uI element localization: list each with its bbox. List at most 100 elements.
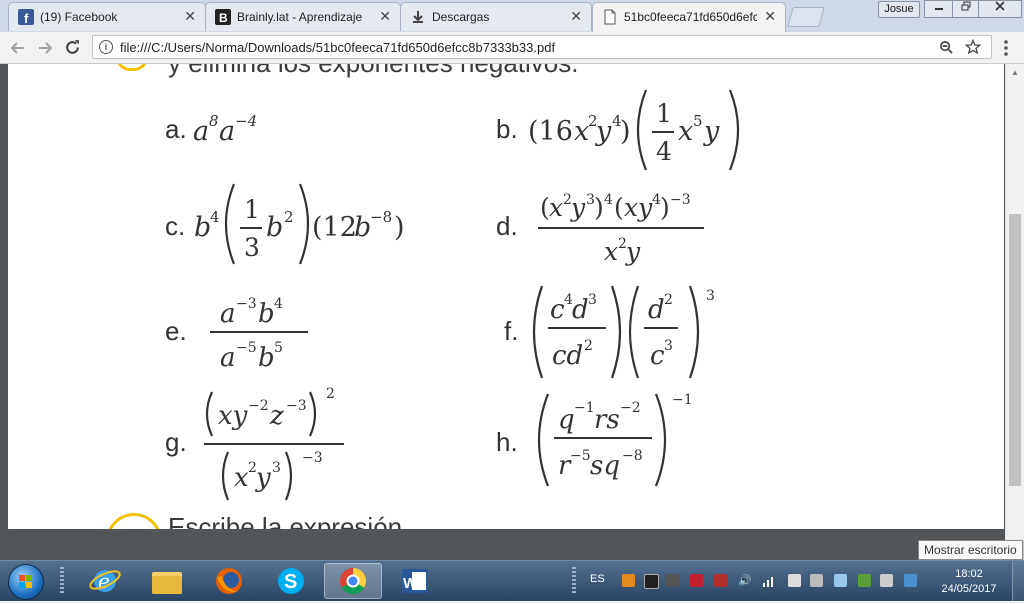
- tray-app-icon[interactable]: [788, 574, 801, 587]
- taskbar-word[interactable]: W: [388, 563, 442, 599]
- svg-text:−3: −3: [286, 398, 307, 414]
- svg-text:−3: −3: [302, 450, 323, 466]
- svg-text:b: b: [266, 212, 283, 243]
- page-heading-cut: y elimina los exponentes negativos.: [168, 64, 578, 79]
- tab-pdf[interactable]: 51bc0feeca71fd650d6efc ✕: [592, 2, 786, 32]
- tray-app-icon[interactable]: [880, 574, 893, 587]
- file-explorer-icon: [152, 572, 182, 594]
- svg-text:−1: −1: [574, 400, 595, 416]
- restore-button[interactable]: [952, 0, 980, 18]
- svg-text:b: b: [258, 299, 275, 329]
- taskbar-ie[interactable]: e: [78, 563, 132, 599]
- svg-text:xy: xy: [624, 193, 653, 222]
- svg-text:3: 3: [272, 460, 281, 476]
- signal-icon[interactable]: [762, 574, 775, 587]
- bookmark-star-icon[interactable]: [965, 39, 981, 55]
- svg-text:y: y: [625, 237, 641, 266]
- exercise-label-f: f.: [504, 316, 519, 346]
- close-tab-icon[interactable]: ✕: [570, 8, 582, 25]
- close-tab-icon[interactable]: ✕: [379, 8, 391, 25]
- tab-title: 51bc0feeca71fd650d6efc: [624, 10, 757, 24]
- profile-button[interactable]: Josue: [878, 1, 920, 18]
- pdf-viewport[interactable]: y elimina los exponentes negativos. a. a…: [0, 64, 1024, 560]
- svg-text:−3: −3: [670, 192, 691, 208]
- close-tab-icon[interactable]: ✕: [184, 8, 196, 25]
- new-tab-button[interactable]: [787, 7, 825, 27]
- math-expression-e: a −3 b4 a −5 b5: [210, 296, 308, 373]
- tray-app-icon[interactable]: [714, 574, 727, 587]
- svg-text:): ): [394, 212, 405, 243]
- svg-text:b: b: [354, 212, 371, 243]
- svg-text:4: 4: [274, 296, 283, 312]
- exercise-label-h: h.: [496, 427, 518, 457]
- scroll-up-icon[interactable]: ▲: [1011, 68, 1019, 77]
- menu-icon[interactable]: [1003, 39, 1009, 57]
- svg-text:5: 5: [693, 112, 703, 130]
- tray-app-icon[interactable]: [644, 574, 659, 589]
- svg-text:x: x: [678, 116, 693, 147]
- tray-app-icon[interactable]: [810, 574, 823, 587]
- address-bar[interactable]: i file:///C:/Users/Norma/Downloads/51bc0…: [92, 35, 992, 59]
- back-icon[interactable]: [10, 40, 26, 56]
- address-url[interactable]: file:///C:/Users/Norma/Downloads/51bc0fe…: [120, 40, 555, 55]
- svg-text:a: a: [220, 299, 236, 329]
- svg-text:xy: xy: [218, 401, 248, 431]
- clock-date: 24/05/2017: [941, 583, 997, 595]
- exercise-label-g: g.: [165, 427, 187, 457]
- svg-text:b: b: [194, 212, 211, 243]
- svg-text:2: 2: [664, 292, 673, 308]
- svg-text:−2: −2: [620, 400, 641, 416]
- scrollbar[interactable]: ▲: [1005, 64, 1024, 560]
- exercise-label-c: c.: [165, 211, 186, 241]
- cloud-icon[interactable]: [834, 574, 847, 587]
- taskbar-explorer[interactable]: [140, 563, 194, 599]
- math-expression-b: (16 x2 y4 ) 1 4 x5 y: [528, 89, 740, 171]
- taskbar-firefox[interactable]: [202, 563, 256, 599]
- taskbar-skype[interactable]: S: [264, 563, 318, 599]
- svg-text:): ): [660, 193, 670, 222]
- system-clock[interactable]: 18:02 24/05/2017: [936, 567, 1002, 597]
- svg-text:y: y: [595, 116, 612, 147]
- start-button[interactable]: [8, 564, 44, 600]
- svg-text:4: 4: [604, 192, 613, 208]
- taskbar-chrome[interactable]: [324, 563, 382, 599]
- tray-app-icon[interactable]: [666, 574, 679, 587]
- minimize-button[interactable]: [924, 0, 954, 18]
- svg-text:a: a: [193, 116, 209, 147]
- svg-text:cd: cd: [552, 341, 583, 371]
- tray-app-icon[interactable]: [904, 574, 917, 587]
- svg-text:−1: −1: [672, 392, 693, 408]
- zoom-icon[interactable]: [939, 40, 954, 55]
- math-expression-f: c4 d3 cd 2 d2 c3 3: [532, 285, 715, 379]
- svg-text:(16: (16: [528, 116, 573, 147]
- tab-brainly[interactable]: B Brainly.lat - Aprendizaje ✕: [205, 2, 401, 31]
- chrome-icon: [340, 567, 367, 595]
- svg-text:3: 3: [588, 292, 597, 308]
- exercise-label-b: b.: [496, 114, 518, 144]
- tray-app-icon[interactable]: [690, 574, 703, 587]
- svg-text:): ): [594, 193, 604, 222]
- tab-facebook[interactable]: f (19) Facebook ✕: [8, 2, 206, 31]
- exercise-label-a: a.: [165, 114, 187, 144]
- close-icon: [995, 1, 1005, 11]
- taskbar-grip[interactable]: [572, 567, 576, 595]
- language-indicator[interactable]: ES: [590, 573, 605, 585]
- document-icon: [604, 9, 616, 25]
- bullet-circle: [106, 513, 162, 529]
- exercise-label-d: d.: [496, 211, 518, 241]
- show-desktop-button[interactable]: [1012, 561, 1024, 601]
- reload-icon[interactable]: [64, 39, 81, 56]
- network-icon[interactable]: [858, 574, 871, 587]
- taskbar-grip[interactable]: [60, 567, 64, 595]
- info-icon[interactable]: i: [99, 40, 113, 54]
- window-close-button[interactable]: [978, 0, 1022, 18]
- tab-descargas[interactable]: Descargas ✕: [400, 2, 592, 31]
- forward-icon[interactable]: [37, 40, 53, 56]
- svg-text:−8: −8: [622, 448, 643, 464]
- volume-icon[interactable]: 🔊: [738, 574, 752, 587]
- tray-app-icon[interactable]: [622, 574, 635, 587]
- scroll-thumb[interactable]: [1009, 214, 1021, 486]
- svg-text:B: B: [219, 11, 228, 25]
- close-tab-icon[interactable]: ✕: [764, 8, 776, 25]
- windows-logo-icon: [19, 575, 32, 588]
